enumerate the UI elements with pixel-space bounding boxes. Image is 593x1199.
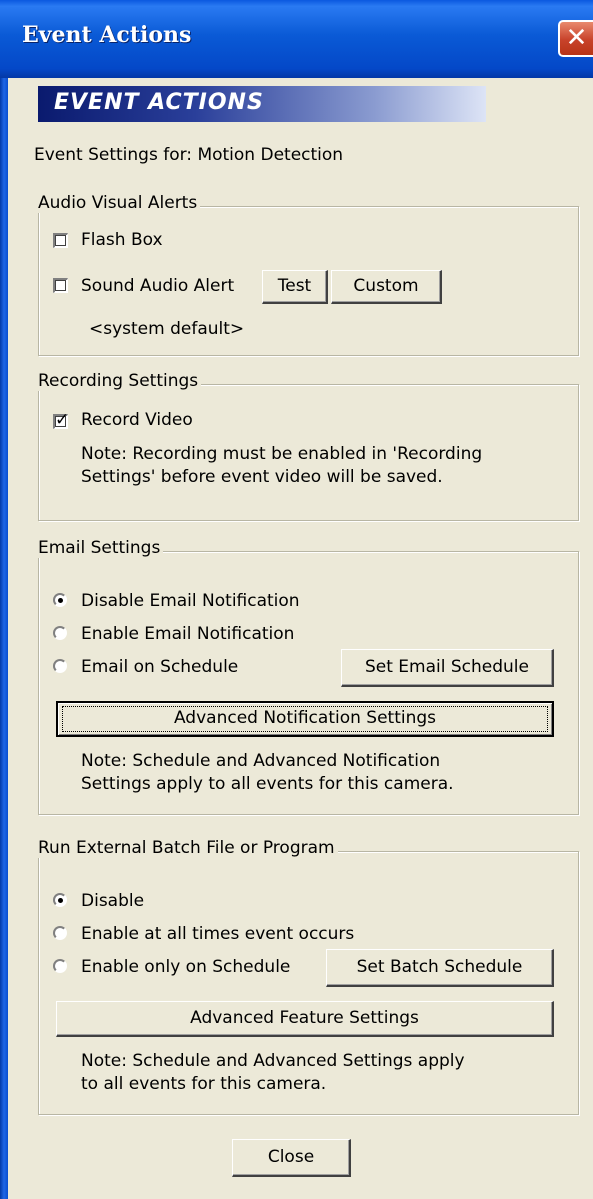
batch-schedule-radio[interactable] [53, 959, 67, 973]
email-option-enable[interactable]: Enable Email Notification [81, 624, 294, 644]
close-icon: ✕ [565, 23, 588, 53]
record-video-label[interactable]: Record Video [81, 410, 193, 430]
set-batch-schedule-label: Set Batch Schedule [356, 957, 523, 977]
flash-box-label[interactable]: Flash Box [81, 230, 163, 250]
test-button-label: Test [277, 276, 312, 296]
checkmark-icon: ✓ [55, 410, 70, 430]
batch-option-enable-always[interactable]: Enable at all times event occurs [81, 924, 354, 944]
batch-option-disable[interactable]: Disable [81, 891, 144, 911]
advanced-notification-settings-button[interactable]: Advanced Notification Settings [56, 701, 554, 737]
recording-note-line1: Note: Recording must be enabled in 'Reco… [81, 444, 483, 464]
batch-legend: Run External Batch File or Program [35, 838, 338, 858]
batch-option-schedule[interactable]: Enable only on Schedule [81, 957, 290, 977]
banner-title: EVENT ACTIONS [54, 90, 264, 115]
close-window-button[interactable]: ✕ [558, 20, 593, 57]
sound-file-value: <system default> [89, 319, 245, 339]
header-banner: EVENT ACTIONS [38, 86, 486, 122]
focus-rect [62, 706, 548, 732]
recording-legend: Recording Settings [35, 371, 202, 391]
close-button-label: Close [267, 1147, 315, 1167]
custom-button-label: Custom [353, 276, 419, 296]
recording-note-line2: Settings' before event video will be sav… [81, 467, 443, 487]
event-settings-label: Event Settings for: Motion Detection [34, 145, 344, 165]
set-email-schedule-label: Set Email Schedule [364, 657, 529, 677]
window-title: Event Actions [22, 22, 192, 48]
advanced-feature-settings-button[interactable]: Advanced Feature Settings [56, 1001, 554, 1037]
batch-note-line2: to all events for this camera. [81, 1074, 327, 1094]
email-legend: Email Settings [35, 538, 164, 558]
sound-audio-alert-checkbox[interactable] [53, 278, 68, 293]
email-schedule-radio[interactable] [53, 659, 67, 673]
email-option-disable[interactable]: Disable Email Notification [81, 591, 300, 611]
batch-note-line1: Note: Schedule and Advanced Settings app… [81, 1051, 465, 1071]
batch-disable-radio[interactable] [53, 893, 67, 907]
window-frame-left [0, 78, 8, 1199]
flash-box-checkbox[interactable] [53, 233, 68, 248]
email-note-line2: Settings apply to all events for this ca… [81, 774, 454, 794]
email-enable-radio[interactable] [53, 626, 67, 640]
set-email-schedule-button[interactable]: Set Email Schedule [341, 649, 554, 687]
advanced-feature-settings-label: Advanced Feature Settings [190, 1008, 419, 1028]
close-button[interactable]: Close [232, 1139, 351, 1177]
sound-audio-alert-label[interactable]: Sound Audio Alert [81, 276, 234, 296]
set-batch-schedule-button[interactable]: Set Batch Schedule [326, 949, 554, 987]
audio-visual-legend: Audio Visual Alerts [35, 193, 201, 213]
batch-enable-always-radio[interactable] [53, 926, 67, 940]
record-video-checkbox[interactable]: ✓ [53, 410, 69, 430]
email-option-schedule[interactable]: Email on Schedule [81, 657, 238, 677]
title-bar[interactable]: Event Actions ✕ [0, 0, 593, 78]
custom-button[interactable]: Custom [331, 270, 442, 304]
email-note-line1: Note: Schedule and Advanced Notification [81, 751, 441, 771]
test-button[interactable]: Test [262, 270, 328, 304]
email-disable-radio[interactable] [53, 593, 67, 607]
